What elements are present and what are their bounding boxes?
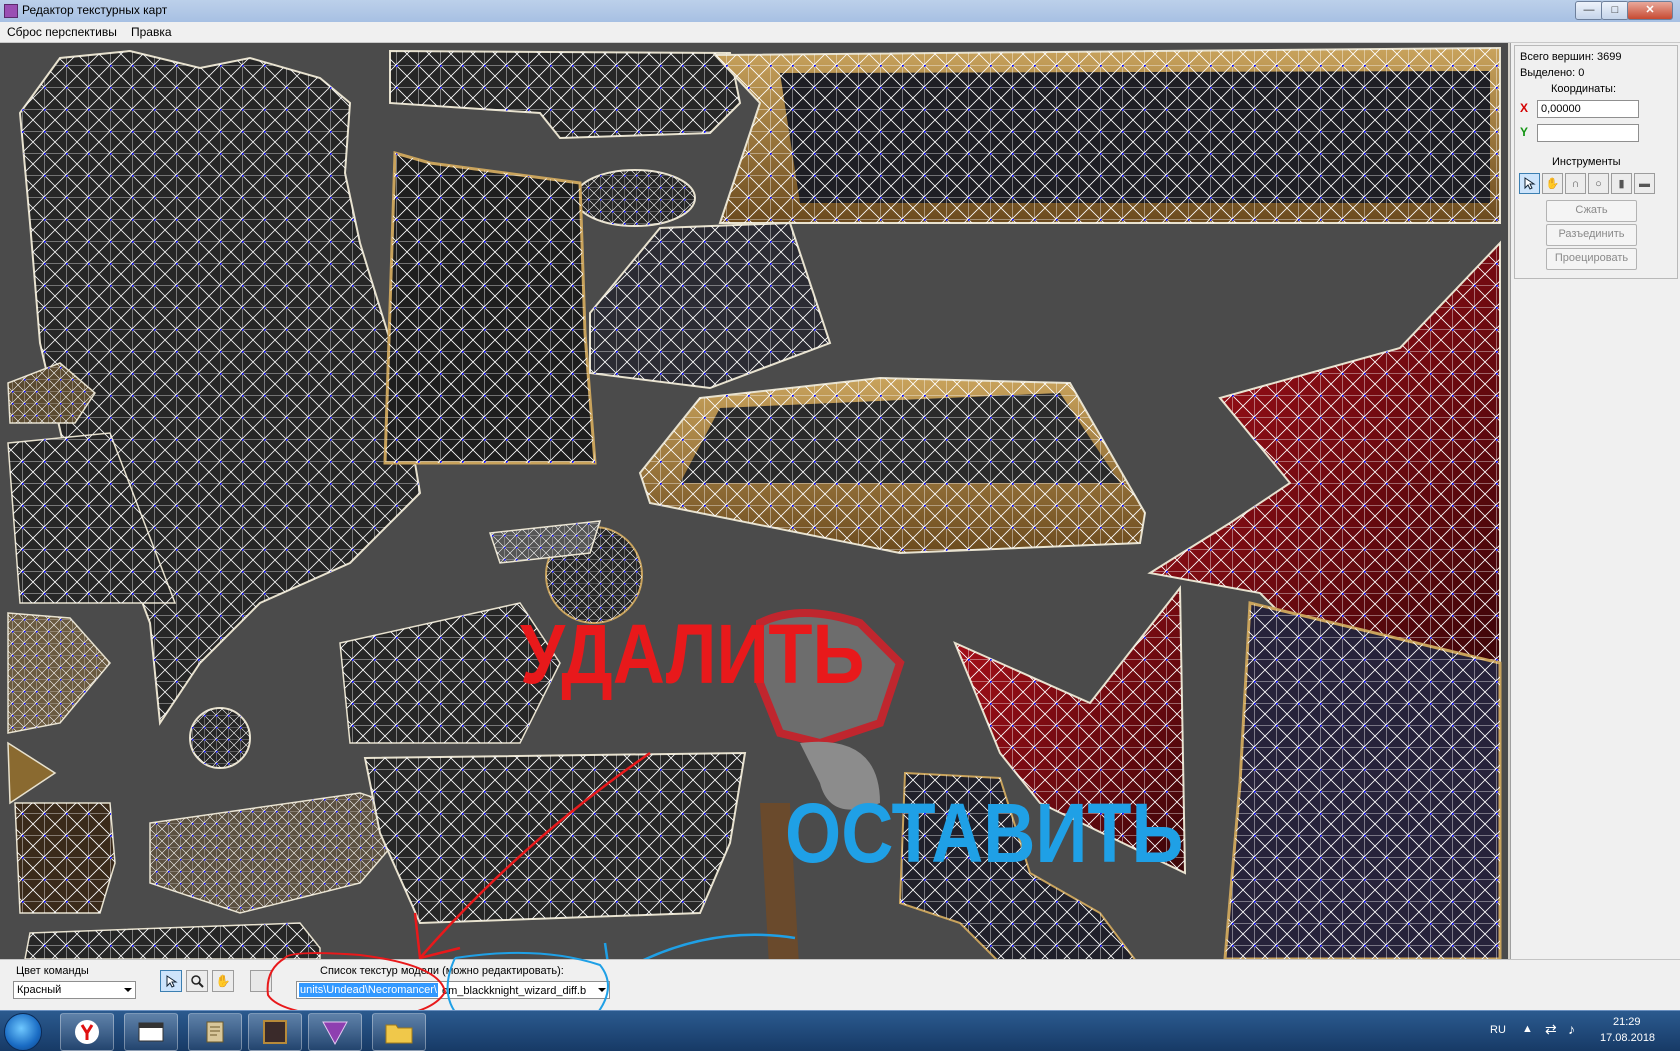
window-icon bbox=[138, 1022, 164, 1042]
volume-icon[interactable]: ♪ bbox=[1568, 1021, 1575, 1037]
game-icon bbox=[263, 1020, 287, 1044]
scroll-icon bbox=[206, 1021, 224, 1043]
texture-list-label: Список текстур модели (можно редактирова… bbox=[320, 965, 564, 977]
window-title: Редактор текстурных карт bbox=[22, 3, 168, 17]
uv-island-red-cloth-right[interactable] bbox=[1147, 240, 1502, 959]
taskbar: RU ▲ ⇄ ♪ 21:29 17.08.2018 bbox=[0, 1010, 1680, 1051]
annotation-keep-label: ОСТАВИТЬ bbox=[785, 786, 1184, 880]
horizontal-bar-icon: ▬ bbox=[1639, 177, 1650, 190]
uv-island-disc-top[interactable] bbox=[574, 169, 696, 227]
start-button[interactable] bbox=[4, 1013, 42, 1051]
split-button[interactable]: Разъединить bbox=[1546, 224, 1637, 246]
chevron-down-icon bbox=[124, 988, 132, 992]
canvas-select-button[interactable] bbox=[160, 970, 182, 992]
texture-path-select[interactable]: units\Undead\Necromancer\ om_blackknight… bbox=[296, 981, 610, 999]
maximize-button[interactable]: □ bbox=[1601, 1, 1629, 20]
uv-island-fan[interactable] bbox=[589, 221, 832, 390]
select-icon bbox=[1524, 177, 1536, 190]
circle-tool-button[interactable]: ○ bbox=[1588, 173, 1609, 194]
uv-island-red-spike-center[interactable] bbox=[898, 585, 1187, 959]
uv-island-center-panel[interactable] bbox=[383, 151, 597, 465]
tools-label: Инструменты bbox=[1552, 156, 1621, 168]
y-coordinate-input[interactable] bbox=[1537, 124, 1639, 142]
clock-date[interactable]: 17.08.2018 bbox=[1600, 1032, 1655, 1044]
compress-button[interactable]: Сжать bbox=[1546, 200, 1637, 222]
uv-island-lower-center[interactable] bbox=[363, 751, 747, 925]
texture-path-selected-text: units\Undead\Necromancer\ bbox=[299, 983, 438, 997]
project-button[interactable]: Проецировать bbox=[1546, 248, 1637, 270]
texture-canvas[interactable]: УДАЛИТЬ ОСТАВИТЬ bbox=[0, 43, 1508, 959]
y-axis-label: Y bbox=[1520, 125, 1529, 139]
hand-icon: ✋ bbox=[215, 974, 231, 988]
clock-time[interactable]: 21:29 bbox=[1613, 1016, 1641, 1028]
selected-count-label: Выделено: 0 bbox=[1520, 67, 1585, 79]
menu-reset-perspective[interactable]: Сброс перспективы bbox=[7, 25, 117, 39]
properties-panel: Всего вершин: 3699 Выделено: 0 Координат… bbox=[1510, 43, 1680, 959]
annotation-delete-label: УДАЛИТЬ bbox=[520, 607, 865, 701]
team-color-value: Красный bbox=[17, 984, 62, 996]
team-color-select[interactable]: Красный bbox=[13, 981, 136, 999]
hand-tool-button[interactable]: ✋ bbox=[1542, 173, 1563, 194]
network-icon[interactable]: ⇄ bbox=[1545, 1021, 1557, 1038]
app-icon bbox=[4, 4, 18, 18]
menu-edit[interactable]: Правка bbox=[131, 25, 172, 39]
coordinates-label: Координаты: bbox=[1551, 83, 1617, 95]
menu-bar: Сброс перспективы Правка bbox=[0, 22, 1680, 43]
select-tool-button[interactable] bbox=[1519, 173, 1540, 194]
magnet-tool-button[interactable]: ∩ bbox=[1565, 173, 1586, 194]
canvas-zoom-button[interactable] bbox=[186, 970, 208, 992]
x-axis-label: X bbox=[1520, 101, 1529, 115]
uv-island-middle-band[interactable] bbox=[638, 376, 1147, 555]
x-coordinate-input[interactable] bbox=[1537, 100, 1639, 118]
model-editor-icon bbox=[322, 1021, 348, 1046]
magnet-icon: ∩ bbox=[1571, 177, 1580, 190]
taskbar-model-editor[interactable] bbox=[308, 1013, 362, 1051]
folder-icon bbox=[385, 1024, 413, 1044]
team-color-label: Цвет команды bbox=[16, 965, 89, 977]
texture-path-rest-text: om_blackknight_wizard_diff.b bbox=[442, 985, 587, 997]
uv-island-top-strip[interactable] bbox=[389, 49, 742, 140]
zoom-icon bbox=[191, 975, 204, 988]
blank-button[interactable] bbox=[250, 970, 272, 992]
uv-mesh-view[interactable] bbox=[0, 43, 1508, 959]
browser-icon bbox=[75, 1020, 99, 1044]
vertical-bar-icon: ▮ bbox=[1618, 178, 1625, 190]
taskbar-browser[interactable] bbox=[60, 1013, 114, 1051]
close-button[interactable]: ✕ bbox=[1627, 1, 1673, 20]
title-bar: Редактор текстурных карт — □ ✕ bbox=[0, 0, 1680, 23]
language-indicator[interactable]: RU bbox=[1490, 1024, 1506, 1036]
taskbar-explorer[interactable] bbox=[372, 1013, 426, 1051]
taskbar-game[interactable] bbox=[248, 1013, 302, 1051]
canvas-pan-button[interactable]: ✋ bbox=[212, 970, 234, 992]
vertical-tool-button[interactable]: ▮ bbox=[1611, 173, 1632, 194]
taskbar-window[interactable] bbox=[124, 1013, 178, 1051]
taskbar-scroll-app[interactable] bbox=[188, 1013, 242, 1051]
circle-icon: ○ bbox=[1595, 177, 1602, 190]
tray-expand-icon[interactable]: ▲ bbox=[1522, 1023, 1533, 1035]
uv-island-gold-banner[interactable] bbox=[712, 46, 1501, 224]
total-vertices-label: Всего вершин: 3699 bbox=[1520, 51, 1622, 63]
hand-icon: ✋ bbox=[1545, 178, 1560, 190]
chevron-down-icon bbox=[598, 988, 606, 992]
select-icon bbox=[166, 974, 178, 988]
minimize-button[interactable]: — bbox=[1575, 1, 1603, 20]
horizontal-tool-button[interactable]: ▬ bbox=[1634, 173, 1655, 194]
